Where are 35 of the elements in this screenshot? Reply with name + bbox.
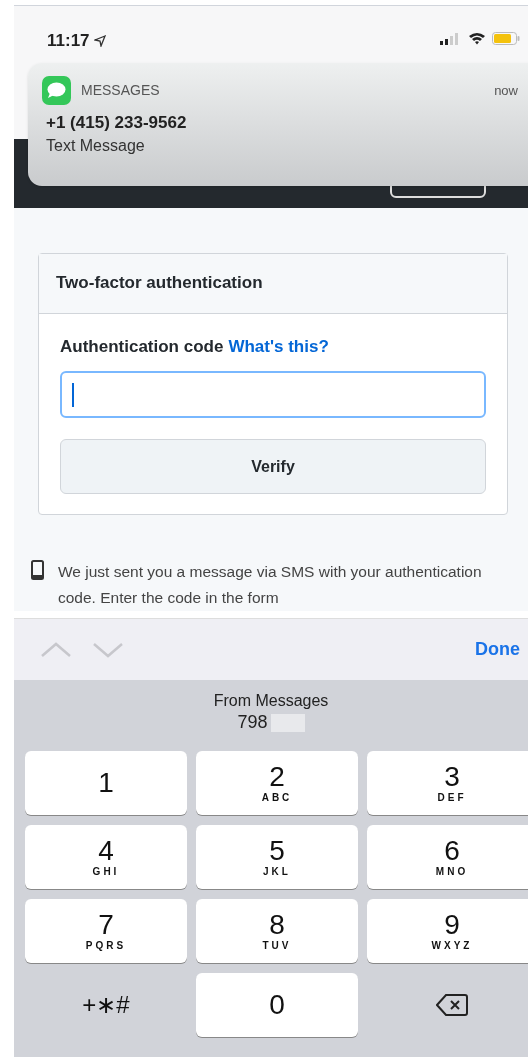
code-input-field[interactable] xyxy=(60,371,486,419)
previous-field-icon[interactable] xyxy=(40,640,72,659)
notification-time: now xyxy=(494,81,518,100)
help-link[interactable]: What's this? xyxy=(228,333,329,360)
symbols-key[interactable]: +∗# xyxy=(25,973,187,1037)
done-button[interactable]: Done xyxy=(475,636,520,664)
messages-app-icon xyxy=(42,76,71,105)
sms-note: We just sent you a message via SMS with your authentication code. Enter the code in the form xyxy=(58,562,483,609)
digit-key[interactable]: 9 WXYZ xyxy=(367,899,528,963)
phone-icon xyxy=(31,560,44,581)
battery-icon xyxy=(492,32,520,45)
digit-key[interactable]: 8 TUV xyxy=(196,899,358,963)
digit-key[interactable]: 2 ABC xyxy=(196,751,358,815)
suggestion-code: 798 xyxy=(237,710,268,733)
digit-key[interactable]: 6 MNO xyxy=(367,825,528,889)
digit-key[interactable]: 1 xyxy=(25,751,187,815)
digit-key[interactable]: 5 JKL xyxy=(196,825,358,889)
verify-button[interactable]: Verify xyxy=(60,439,486,495)
field-label: Authentication code xyxy=(60,335,224,358)
backspace-icon[interactable] xyxy=(436,993,468,1017)
wifi-icon xyxy=(468,32,486,45)
digit-key[interactable]: 0 xyxy=(196,973,358,1037)
digit-key[interactable]: 7 PQRS xyxy=(25,899,187,963)
card-title: Two-factor authentication xyxy=(56,272,263,295)
notification-app-name: MESSAGES xyxy=(81,81,160,100)
next-field-icon[interactable] xyxy=(92,640,124,659)
notification-card[interactable]: MESSAGES now +1 (415) 233-9562 Text Message xyxy=(28,63,528,186)
suggestion-source: From Messages xyxy=(213,690,329,711)
digit-key[interactable]: 3 DEF xyxy=(367,751,528,815)
digit-key[interactable]: 4 GHI xyxy=(25,825,187,889)
notification-body: Text Message xyxy=(45,136,146,156)
status-time: 11:17 xyxy=(47,30,90,52)
code-suggestion[interactable]: From Messages 798 xyxy=(14,680,528,743)
location-arrow-icon xyxy=(93,34,106,47)
notification-sender: +1 (415) 233-9562 xyxy=(45,112,188,134)
